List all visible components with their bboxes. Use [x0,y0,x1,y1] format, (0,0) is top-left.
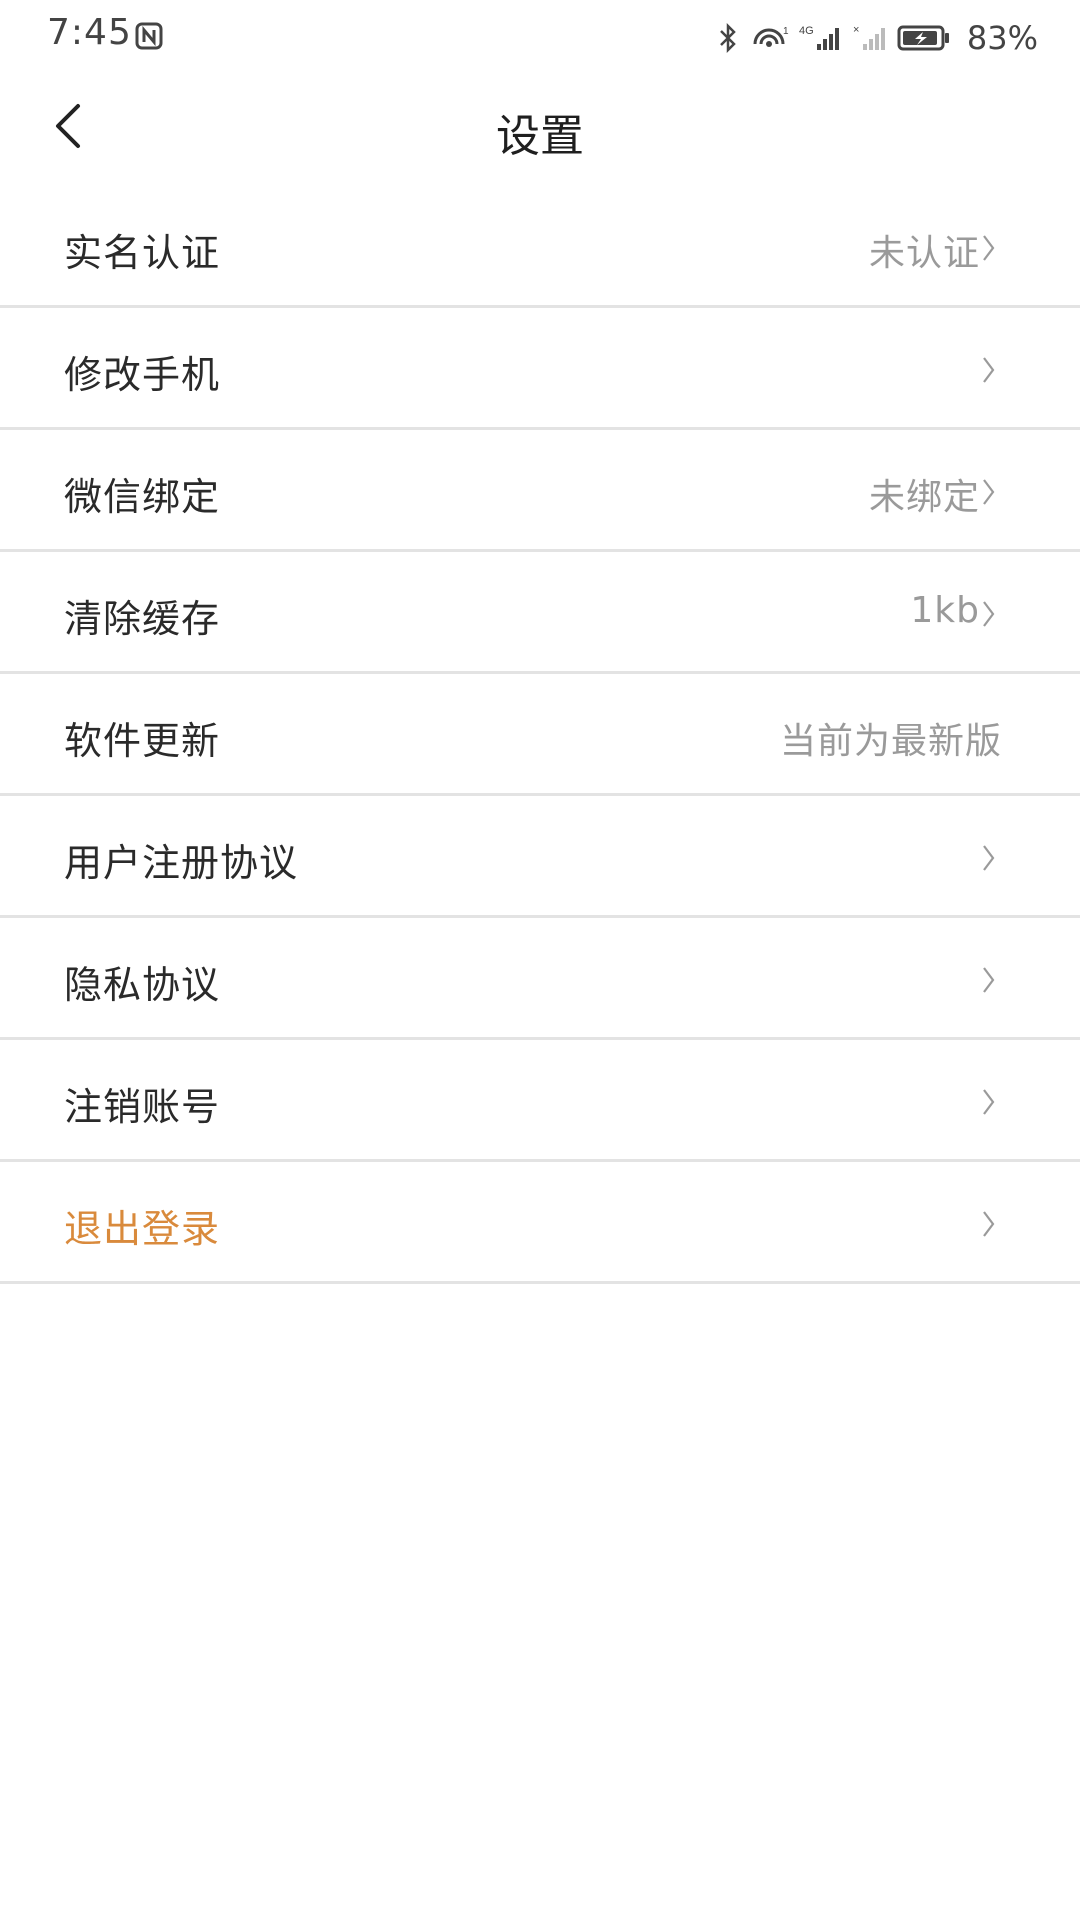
status-bar: 7:45 1 4G × 83% [0,0,1080,78]
nfc-icon [135,22,163,50]
row-value: 当前为最新版 [779,721,1002,762]
chevron-right-icon [983,845,995,871]
row-label: 修改手机 [64,353,221,397]
svg-text:4G: 4G [799,25,814,37]
row-label: 微信绑定 [64,475,221,519]
logout-label: 退出登录 [64,1207,221,1251]
chevron-right-icon [983,357,995,383]
settings-row-logout[interactable]: 退出登录 [0,1162,1080,1284]
row-value: 1kb [910,590,980,631]
status-time: 7:45 [47,12,132,53]
row-label: 实名认证 [64,231,221,275]
bluetooth-icon [717,22,739,54]
status-icons: 1 4G × 83% [717,18,1038,58]
settings-row-change-phone[interactable]: 修改手机 [0,308,1080,430]
svg-text:1: 1 [783,26,789,37]
svg-text:×: × [853,24,859,36]
settings-row-real-name[interactable]: 实名认证 未认证 [0,186,1080,308]
settings-row-clear-cache[interactable]: 清除缓存 1kb [0,552,1080,674]
row-label: 用户注册协议 [64,841,299,885]
settings-row-wechat-binding[interactable]: 微信绑定 未绑定 [0,430,1080,552]
settings-list: 实名认证 未认证 修改手机 微信绑定 未绑定 清除缓存 1kb 软件更新 当前为… [0,186,1080,1284]
header: 设置 [0,78,1080,182]
settings-row-privacy-policy[interactable]: 隐私协议 [0,918,1080,1040]
battery-charging-icon [897,23,951,53]
settings-screen: 7:45 1 4G × 83% 设置 实名认证 未认证 修改手机 微信绑定 未绑… [0,0,1080,1920]
chevron-right-icon [983,479,995,505]
row-value: 未绑定 [868,477,980,518]
chevron-right-icon [983,601,995,627]
settings-row-delete-account[interactable]: 注销账号 [0,1040,1080,1162]
row-label: 软件更新 [64,719,221,763]
signal-noservice-icon: × [853,22,887,54]
chevron-right-icon [983,235,995,261]
chevron-right-icon [983,967,995,993]
settings-row-software-update[interactable]: 软件更新 当前为最新版 [0,674,1080,796]
signal-4g-icon: 4G [799,22,843,54]
row-label: 隐私协议 [64,963,221,1007]
row-label: 注销账号 [64,1085,221,1129]
row-value: 未认证 [868,233,980,274]
settings-row-user-agreement[interactable]: 用户注册协议 [0,796,1080,918]
row-label: 清除缓存 [64,597,221,641]
page-title: 设置 [496,111,584,162]
battery-percent: 83% [966,19,1038,57]
hotspot-icon: 1 [749,22,789,54]
chevron-right-icon [983,1211,995,1237]
chevron-right-icon [983,1089,995,1115]
